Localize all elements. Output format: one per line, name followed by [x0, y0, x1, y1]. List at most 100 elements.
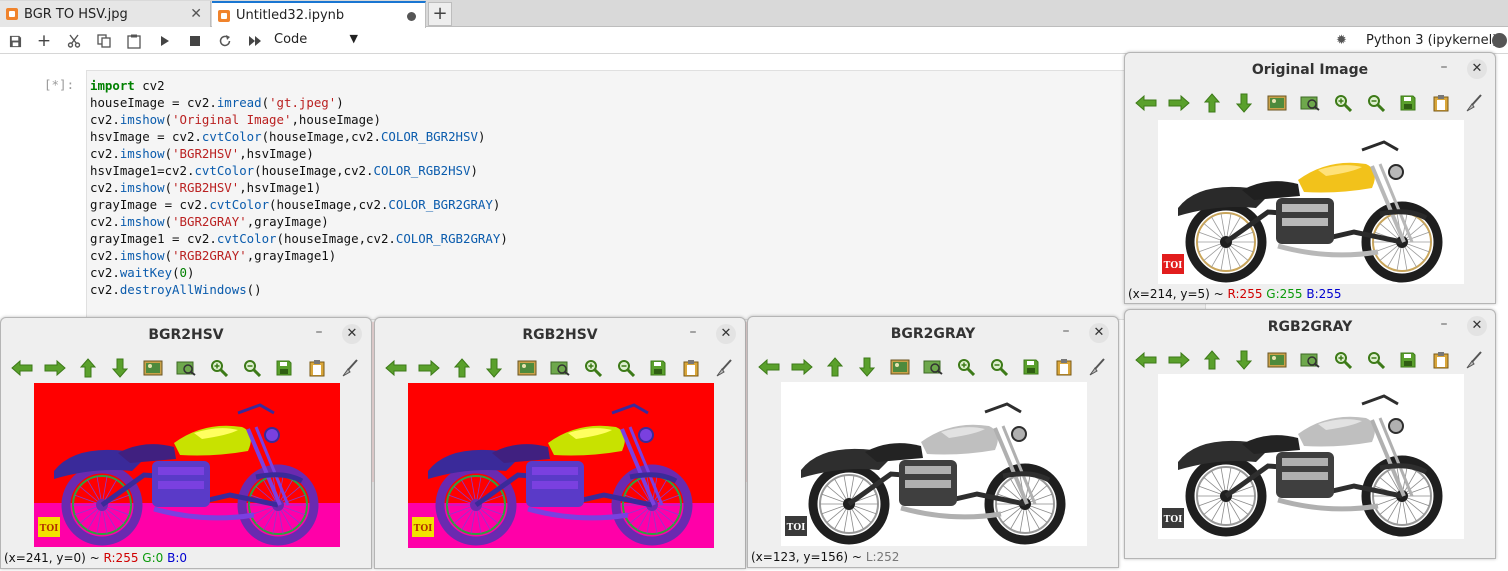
pan-down-icon[interactable] — [481, 356, 507, 380]
paste-button[interactable] — [125, 32, 143, 50]
zoom-original-icon[interactable] — [547, 356, 573, 380]
pan-down-icon[interactable] — [1231, 348, 1257, 372]
properties-icon[interactable] — [1084, 355, 1110, 379]
image-canvas[interactable]: TOI — [34, 383, 340, 547]
pan-right-icon[interactable] — [789, 355, 815, 379]
save-icon[interactable] — [1019, 355, 1045, 379]
bgr2gray-window[interactable]: BGR2GRAY – ✕ TOI (x=123, y=156) ~ L:252 — [747, 316, 1119, 568]
save-icon[interactable] — [1396, 91, 1422, 115]
pan-left-icon[interactable] — [1133, 91, 1159, 115]
image-canvas[interactable]: TOI — [1158, 374, 1464, 539]
rgb2gray-window[interactable]: RGB2GRAY – ✕ TOI — [1124, 309, 1496, 559]
zoom-in-icon[interactable] — [206, 356, 232, 380]
zoom-out-icon[interactable] — [613, 356, 639, 380]
interrupt-button[interactable] — [186, 32, 204, 50]
close-icon[interactable]: ✕ — [716, 324, 736, 344]
close-icon[interactable]: ✕ — [342, 324, 362, 344]
bgr2hsv-window[interactable]: BGR2HSV – ✕ TOI (x=241, y=0) ~ R:255 G:0… — [0, 317, 372, 569]
kernel-name[interactable]: Python 3 (ipykernel) — [1366, 33, 1497, 48]
pan-left-icon[interactable] — [1133, 348, 1159, 372]
code-editor[interactable]: import cv2 houseImage = cv2.imread('gt.jp… — [90, 77, 508, 298]
pan-left-icon[interactable] — [383, 356, 409, 380]
pan-right-icon[interactable] — [1166, 348, 1192, 372]
zoom-fit-icon[interactable] — [887, 355, 913, 379]
debugger-icon[interactable]: ✹ — [1336, 33, 1347, 48]
minimize-icon[interactable]: – — [1434, 316, 1454, 336]
properties-icon[interactable] — [1461, 348, 1487, 372]
minimize-icon[interactable]: – — [1434, 59, 1454, 79]
close-icon[interactable]: ✕ — [1089, 323, 1109, 343]
restart-button[interactable] — [216, 32, 234, 50]
red-value: R:255 — [1227, 287, 1263, 301]
copy-icon[interactable] — [1428, 91, 1454, 115]
copy-icon[interactable] — [1051, 355, 1077, 379]
zoom-fit-icon[interactable] — [140, 356, 166, 380]
cut-button[interactable] — [65, 32, 83, 50]
zoom-in-icon[interactable] — [1330, 348, 1356, 372]
insert-cell-button[interactable]: + — [35, 31, 53, 51]
pan-up-icon[interactable] — [75, 356, 101, 380]
pan-down-icon[interactable] — [107, 356, 133, 380]
copy-icon — [97, 34, 111, 48]
zoom-in-icon[interactable] — [580, 356, 606, 380]
pan-down-icon[interactable] — [854, 355, 880, 379]
properties-icon[interactable] — [337, 356, 363, 380]
zoom-fit-icon[interactable] — [1264, 348, 1290, 372]
properties-icon[interactable] — [711, 356, 737, 380]
blue-value: B:0 — [167, 551, 188, 565]
zoom-out-icon[interactable] — [986, 355, 1012, 379]
green-value: G:255 — [1266, 287, 1303, 301]
zoom-in-icon[interactable] — [1330, 91, 1356, 115]
copy-button[interactable] — [95, 32, 113, 50]
zoom-original-icon[interactable] — [920, 355, 946, 379]
zoom-fit-icon[interactable] — [1264, 91, 1290, 115]
code-line: hsvImage1=cv2.cvtColor(houseImage,cv2.CO… — [90, 163, 478, 178]
minimize-icon[interactable]: – — [309, 324, 329, 344]
pan-up-icon[interactable] — [1199, 91, 1225, 115]
tab-notebook[interactable]: Untitled32.ipynb — [212, 1, 426, 28]
save-icon[interactable] — [1396, 348, 1422, 372]
image-canvas[interactable]: TOI — [781, 382, 1087, 546]
original-image-window[interactable]: Original Image – ✕ TOI (x=214, y=5) ~ R:… — [1124, 52, 1496, 304]
zoom-out-icon[interactable] — [239, 356, 265, 380]
pan-right-icon[interactable] — [416, 356, 442, 380]
save-icon[interactable] — [646, 356, 672, 380]
pan-right-icon[interactable] — [1166, 91, 1192, 115]
minimize-icon[interactable]: – — [683, 324, 703, 344]
scissors-icon — [67, 34, 81, 48]
copy-icon[interactable] — [1428, 348, 1454, 372]
copy-icon[interactable] — [304, 356, 330, 380]
zoom-original-icon[interactable] — [173, 356, 199, 380]
rgb2hsv-window[interactable]: RGB2HSV – ✕ TOI — [374, 317, 746, 569]
pan-right-icon[interactable] — [42, 356, 68, 380]
close-icon[interactable]: ✕ — [1467, 59, 1487, 79]
tab-bgr-to-hsv[interactable]: BGR TO HSV.jpg ✕ — [0, 1, 211, 27]
run-button[interactable] — [156, 32, 174, 50]
pan-down-icon[interactable] — [1231, 91, 1257, 115]
code-line: import cv2 — [90, 78, 165, 93]
pan-up-icon[interactable] — [822, 355, 848, 379]
minimize-icon[interactable]: – — [1056, 323, 1076, 343]
zoom-original-icon[interactable] — [1297, 91, 1323, 115]
unsaved-dot-icon[interactable] — [407, 12, 416, 21]
copy-icon[interactable] — [678, 356, 704, 380]
pan-left-icon[interactable] — [9, 356, 35, 380]
close-tab-icon[interactable]: ✕ — [190, 6, 202, 22]
pan-left-icon[interactable] — [756, 355, 782, 379]
properties-icon[interactable] — [1461, 91, 1487, 115]
save-button[interactable] — [6, 32, 24, 50]
restart-run-all-button[interactable] — [246, 32, 264, 50]
zoom-out-icon[interactable] — [1363, 348, 1389, 372]
zoom-fit-icon[interactable] — [514, 356, 540, 380]
image-canvas[interactable]: TOI — [1158, 120, 1464, 284]
pan-up-icon[interactable] — [1199, 348, 1225, 372]
pan-up-icon[interactable] — [449, 356, 475, 380]
zoom-out-icon[interactable] — [1363, 91, 1389, 115]
add-tab-button[interactable]: + — [428, 2, 452, 26]
zoom-original-icon[interactable] — [1297, 348, 1323, 372]
close-icon[interactable]: ✕ — [1467, 316, 1487, 336]
save-icon[interactable] — [272, 356, 298, 380]
zoom-in-icon[interactable] — [953, 355, 979, 379]
image-canvas[interactable]: TOI — [408, 383, 714, 548]
cell-type-select[interactable]: Code ▼ — [274, 32, 362, 50]
